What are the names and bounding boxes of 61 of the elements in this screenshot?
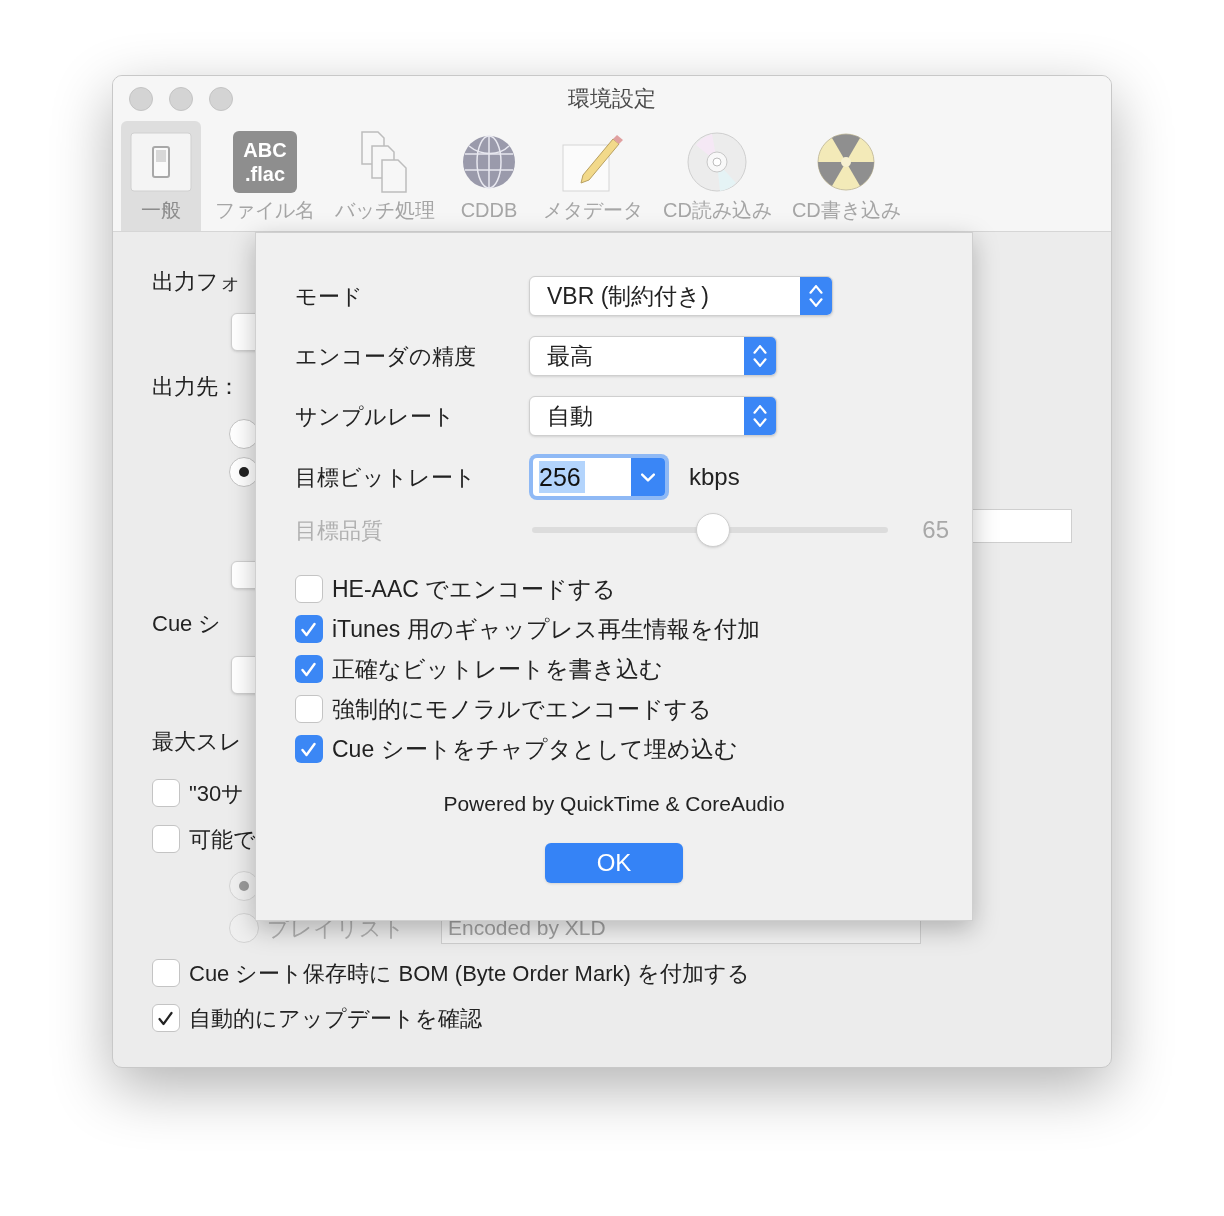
globe-icon bbox=[461, 134, 517, 190]
setting-label: 目標品質 bbox=[295, 516, 384, 545]
documents-icon bbox=[360, 130, 410, 194]
checkmark-icon bbox=[301, 621, 317, 637]
disc-icon bbox=[686, 131, 749, 193]
unit-label: kbps bbox=[689, 462, 740, 492]
section-label: 最大スレ bbox=[152, 727, 242, 756]
combo-box[interactable]: 256 bbox=[529, 454, 669, 500]
checkbox[interactable] bbox=[152, 779, 180, 807]
slider-value: 65 bbox=[922, 515, 949, 545]
window-button[interactable] bbox=[129, 87, 153, 111]
toolbar-tab[interactable]: バッチ処理 bbox=[329, 121, 441, 231]
setting-label: サンプルレート bbox=[295, 402, 456, 431]
file-name-icon: ABC .flac bbox=[233, 131, 297, 193]
up-down-chevron-icon bbox=[753, 405, 767, 427]
burn-disc-icon bbox=[816, 132, 877, 192]
window-title: 環境設定 bbox=[568, 85, 656, 113]
toolbar-tab[interactable]: ABC .flac ファイル名 bbox=[209, 121, 321, 231]
up-down-chevron-icon bbox=[753, 345, 767, 367]
checkbox[interactable] bbox=[152, 825, 180, 853]
popup-button[interactable]: 最高 bbox=[529, 336, 777, 376]
checkmark-icon bbox=[301, 661, 317, 677]
setting-label: 目標ビットレート bbox=[295, 463, 477, 492]
toolbar-tab[interactable]: メタデータ bbox=[537, 121, 649, 231]
checkbox-label: 強制的にモノラルでエンコードする bbox=[332, 694, 712, 724]
setting-label: モード bbox=[295, 282, 364, 311]
checkbox-label: HE-AAC でエンコードする bbox=[332, 574, 617, 604]
checkbox-label: 自動的にアップデートを確認 bbox=[189, 1004, 482, 1033]
checkmark-icon bbox=[158, 1010, 174, 1026]
checkbox[interactable] bbox=[152, 959, 180, 987]
checkbox-label: 正確なビットレートを書き込む bbox=[332, 654, 663, 684]
checkbox-label: Cue シート保存時に BOM (Byte Order Mark) を付加する bbox=[189, 959, 750, 988]
window-button[interactable] bbox=[209, 87, 233, 111]
checkbox[interactable] bbox=[295, 695, 323, 723]
popup-button[interactable]: 自動 bbox=[529, 396, 777, 436]
setting-label: エンコーダの精度 bbox=[295, 342, 477, 371]
checkbox[interactable] bbox=[295, 655, 323, 683]
checkbox[interactable] bbox=[295, 575, 323, 603]
popup-button[interactable]: VBR (制約付き) bbox=[529, 276, 833, 316]
checkbox-label: "30サ bbox=[189, 779, 245, 808]
section-label: 出力先： bbox=[152, 372, 240, 401]
checkbox-label: 可能で bbox=[189, 825, 256, 854]
up-down-chevron-icon bbox=[809, 285, 823, 307]
toolbar-tab[interactable]: CD書き込み bbox=[785, 121, 907, 231]
switch-icon bbox=[129, 131, 193, 193]
ok-button[interactable]: OK bbox=[545, 843, 683, 883]
checkbox[interactable] bbox=[152, 1004, 180, 1032]
checkbox[interactable] bbox=[295, 615, 323, 643]
slider[interactable] bbox=[532, 513, 888, 547]
checkbox[interactable] bbox=[295, 735, 323, 763]
section-label: Cue シ bbox=[152, 609, 222, 638]
section-label: 出力フォ bbox=[152, 267, 242, 296]
checkbox-label: Cue シートをチャプタとして埋め込む bbox=[332, 734, 738, 764]
toolbar-tab[interactable]: 一般 bbox=[121, 121, 201, 231]
toolbar-tab[interactable]: CDDB bbox=[449, 121, 529, 231]
down-chevron-icon bbox=[641, 472, 655, 482]
toolbar-tab[interactable]: CD読み込み bbox=[657, 121, 778, 231]
window-button[interactable] bbox=[169, 87, 193, 111]
checkbox-label: iTunes 用のギャップレス再生情報を付加 bbox=[332, 614, 760, 644]
checkmark-icon bbox=[301, 741, 317, 757]
text-field[interactable] bbox=[972, 509, 1072, 543]
